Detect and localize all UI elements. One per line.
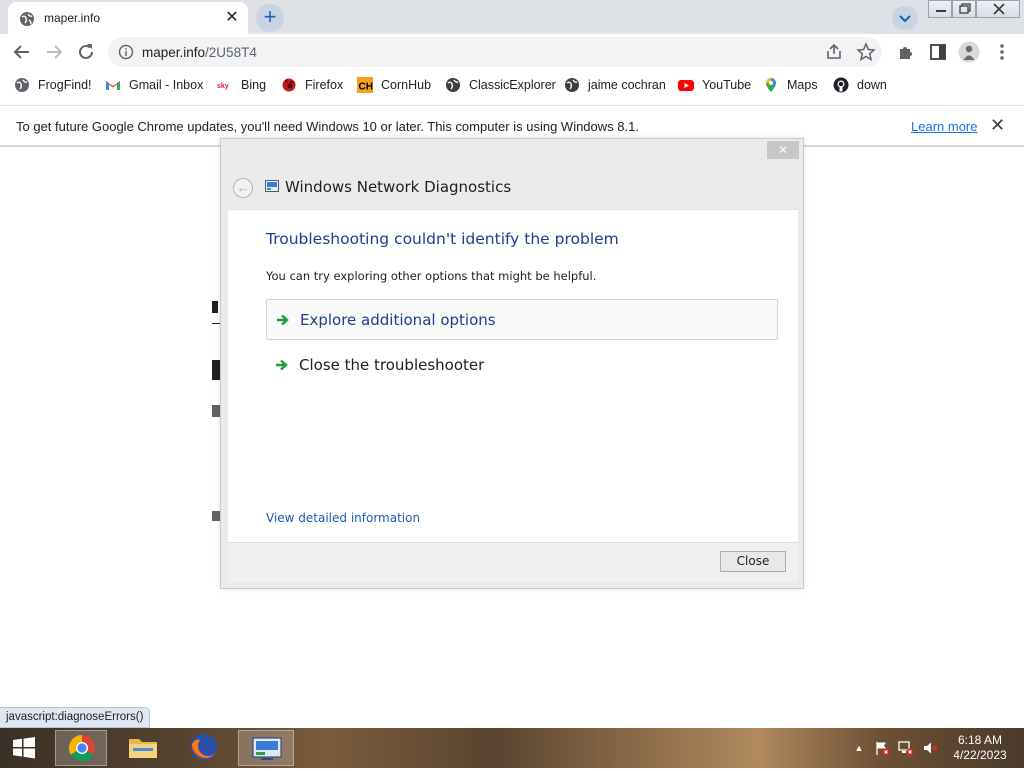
globe-icon: [565, 78, 579, 92]
network-status-icon[interactable]: [898, 740, 914, 756]
tab-title: maper.info: [44, 11, 101, 25]
infobar-close-icon[interactable]: ✕: [990, 115, 1005, 136]
close-icon: [993, 3, 1005, 15]
globe-icon: [15, 78, 29, 92]
cornhub-icon: CH: [357, 77, 373, 93]
firefox-icon: [191, 734, 217, 760]
browser-tab[interactable]: maper.info ✕: [8, 2, 248, 34]
github-icon: [833, 77, 849, 93]
restore-icon: [959, 3, 971, 14]
chrome-icon: [68, 734, 95, 762]
close-button[interactable]: Close: [720, 551, 786, 572]
network-diagnostics-dialog: ✕ ← Windows Network Diagnostics Troubles…: [220, 138, 804, 589]
bookmark-jaime-cochran[interactable]: jaime cochran: [564, 75, 666, 95]
tab-close-icon[interactable]: ✕: [223, 9, 241, 27]
bookmark-down[interactable]: down: [833, 75, 887, 95]
dialog-subtext: You can try exploring other options that…: [266, 269, 597, 283]
network-diagnostics-icon: [252, 737, 282, 760]
gmail-icon: [106, 81, 120, 90]
browser-toolbar: maper.info/2U58T4: [0, 34, 1024, 70]
page-text-fragment: [212, 511, 220, 521]
dialog-footer: [228, 542, 798, 582]
start-button[interactable]: [4, 730, 44, 766]
bookmark-youtube[interactable]: YouTube: [678, 75, 751, 95]
page-heading-fragment: [212, 360, 220, 380]
share-icon[interactable]: [824, 42, 844, 62]
taskbar-chrome[interactable]: [55, 730, 107, 766]
url-text: maper.info/2U58T4: [142, 45, 257, 60]
menu-kebab-icon[interactable]: [992, 42, 1012, 62]
bookmark-maps[interactable]: Maps: [763, 75, 818, 95]
side-panel-icon[interactable]: [928, 42, 948, 62]
new-tab-button[interactable]: +: [256, 4, 284, 32]
tab-strip: maper.info ✕ +: [0, 0, 1024, 34]
taskbar-clock[interactable]: 6:18 AM 4/22/2023: [948, 733, 1012, 763]
profile-avatar-icon[interactable]: [958, 41, 980, 63]
view-detailed-information-link[interactable]: View detailed information: [266, 511, 420, 525]
back-arrow-icon[interactable]: [10, 40, 34, 64]
network-diagnostics-icon: [265, 180, 279, 192]
explore-options-command[interactable]: Explore additional options: [266, 299, 778, 340]
extensions-icon[interactable]: [896, 42, 916, 62]
dialog-content-panel: Troubleshooting couldn't identify the pr…: [228, 209, 798, 542]
dialog-heading: Troubleshooting couldn't identify the pr…: [266, 230, 619, 248]
clock-time: 6:18 AM: [957, 733, 1003, 747]
green-arrow-icon: [276, 359, 288, 371]
page-text-fragment: [212, 405, 220, 417]
taskbar-firefox[interactable]: [178, 730, 230, 766]
back-arrow-icon[interactable]: ←: [233, 178, 253, 198]
status-bubble: javascript:diagnoseErrors(): [0, 707, 151, 728]
minimize-button[interactable]: [928, 0, 952, 18]
forward-arrow-icon[interactable]: [42, 40, 66, 64]
dialog-window-title: Windows Network Diagnostics: [285, 178, 512, 196]
bookmark-bing[interactable]: sky Bing: [217, 75, 266, 95]
info-icon[interactable]: [118, 44, 134, 60]
page-icon-fragment: [212, 301, 220, 327]
bookmark-firefox[interactable]: Firefox: [281, 75, 343, 95]
close-troubleshooter-command[interactable]: Close the troubleshooter: [266, 345, 778, 386]
dialog-close-icon[interactable]: ✕: [767, 141, 799, 159]
folder-icon: [129, 739, 157, 758]
globe-icon: [446, 78, 460, 92]
bing-icon: sky: [217, 80, 233, 90]
window-close-button[interactable]: [976, 0, 1020, 18]
show-hidden-icons[interactable]: ▲: [851, 740, 867, 756]
learn-more-link[interactable]: Learn more: [911, 119, 977, 134]
youtube-icon: [678, 80, 694, 91]
bookmarks-bar: FrogFind! Gmail - Inbox sky Bing Firefox…: [0, 70, 1024, 98]
chevron-down-icon: [899, 15, 911, 23]
minimize-icon: [936, 10, 946, 12]
action-center-flag-icon[interactable]: [874, 740, 890, 756]
bookmark-frogfind[interactable]: FrogFind!: [14, 75, 92, 95]
volume-muted-icon[interactable]: [922, 740, 938, 756]
firefox-icon: [282, 78, 296, 92]
infobar-message: To get future Google Chrome updates, you…: [16, 119, 639, 134]
tab-search-button[interactable]: [892, 6, 918, 30]
bookmark-gmail[interactable]: Gmail - Inbox: [105, 75, 203, 95]
clock-date: 4/22/2023: [953, 748, 1007, 762]
taskbar-network-diagnostics[interactable]: [238, 730, 294, 766]
svg-text:sky: sky: [217, 83, 229, 90]
reload-icon[interactable]: [74, 40, 98, 64]
svg-text:CH: CH: [359, 82, 373, 93]
restore-button[interactable]: [952, 0, 976, 18]
bookmark-classicexplorer[interactable]: ClassicExplorer: [445, 75, 556, 95]
bookmark-star-icon[interactable]: [856, 42, 876, 62]
address-bar[interactable]: maper.info/2U58T4: [108, 37, 882, 67]
maps-icon: [766, 78, 776, 92]
windows-taskbar: ▲ 6:18 AM 4/22/2023: [0, 728, 1024, 768]
taskbar-file-explorer[interactable]: [117, 730, 169, 766]
windows-logo-icon: [13, 737, 35, 759]
bookmark-cornhub[interactable]: CH CornHub: [357, 75, 431, 95]
globe-icon: [20, 12, 34, 26]
green-arrow-icon: [277, 314, 289, 326]
